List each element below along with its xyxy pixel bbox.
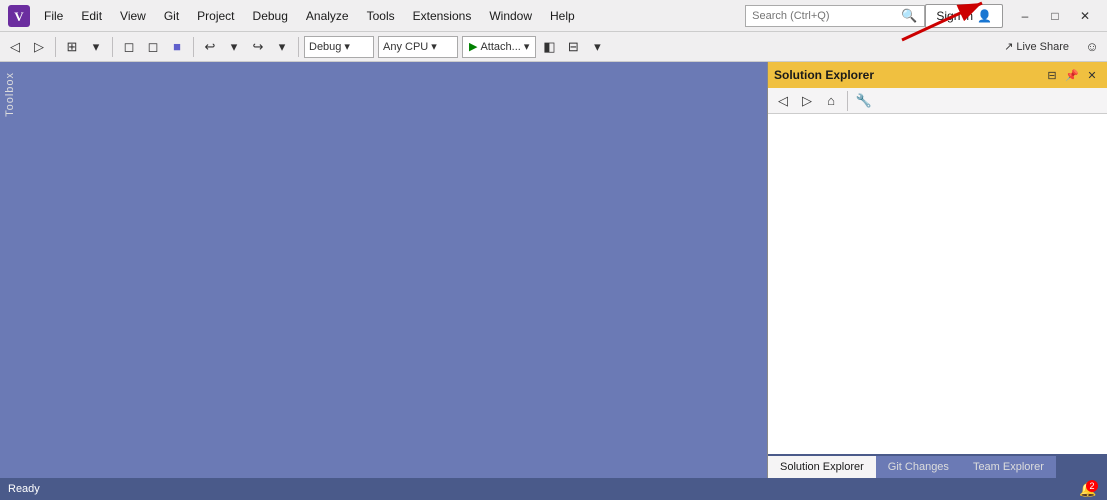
view-btn-3[interactable]: ◻ bbox=[118, 36, 140, 58]
panel-forward-button[interactable]: ▷ bbox=[796, 90, 818, 112]
notification-badge: 2 bbox=[1086, 480, 1098, 492]
notification-icon[interactable]: 🔔 2 bbox=[1077, 478, 1099, 500]
status-text: Ready bbox=[8, 483, 40, 495]
search-input[interactable] bbox=[745, 5, 925, 27]
panel-close-button[interactable]: ✕ bbox=[1083, 66, 1101, 84]
vs-logo: V bbox=[8, 5, 30, 27]
toolbox-sidebar[interactable]: Toolbox bbox=[0, 62, 20, 478]
back-button[interactable]: ◁ bbox=[4, 36, 26, 58]
live-share-label: Live Share bbox=[1016, 41, 1069, 53]
menu-extensions[interactable]: Extensions bbox=[405, 7, 480, 25]
menu-debug[interactable]: Debug bbox=[245, 7, 296, 25]
live-share-button[interactable]: ↗ Live Share bbox=[996, 36, 1077, 58]
undo-button[interactable]: ↩ bbox=[199, 36, 221, 58]
account-icon: 👤 bbox=[977, 9, 992, 23]
tab-team-explorer[interactable]: Team Explorer bbox=[961, 456, 1056, 478]
menu-help[interactable]: Help bbox=[542, 7, 583, 25]
cpu-label: Any CPU bbox=[383, 41, 428, 53]
panel-tabs: Solution Explorer Git Changes Team Explo… bbox=[768, 454, 1107, 478]
extra-btn[interactable]: ⊟ bbox=[562, 36, 584, 58]
title-bar: V File Edit View Git Project Debug Analy… bbox=[0, 0, 1107, 32]
cpu-dropdown-arrow: ▾ bbox=[431, 40, 437, 53]
panel-title: Solution Explorer bbox=[774, 68, 1043, 82]
panel-settings-button[interactable]: 🔧 bbox=[853, 90, 875, 112]
view-btn-5[interactable]: ■ bbox=[166, 36, 188, 58]
live-share-icon: ↗ bbox=[1004, 40, 1013, 53]
redo-button[interactable]: ↪ bbox=[247, 36, 269, 58]
toolbar: ◁ ▷ ⊞ ▾ ◻ ◻ ■ ↩ ▾ ↪ ▾ Debug ▾ Any CPU ▾ … bbox=[0, 32, 1107, 62]
attach-extra-btn[interactable]: ◧ bbox=[538, 36, 560, 58]
start-button[interactable]: ▶ Attach... ▾ bbox=[462, 36, 536, 58]
separator-4 bbox=[298, 37, 299, 57]
menu-file[interactable]: File bbox=[36, 7, 71, 25]
feedback-button[interactable]: ☺ bbox=[1081, 36, 1103, 58]
play-icon: ▶ bbox=[469, 40, 477, 53]
panel-content bbox=[768, 114, 1107, 454]
solution-explorer-panel: Solution Explorer ⊟ 📌 ✕ ◁ ▷ ⌂ 🔧 Solution… bbox=[767, 62, 1107, 478]
main-area: Toolbox Solution Explorer ⊟ 📌 ✕ ◁ ▷ ⌂ 🔧 bbox=[0, 62, 1107, 478]
toolbox-label[interactable]: Toolbox bbox=[4, 72, 16, 117]
panel-title-bar: Solution Explorer ⊟ 📌 ✕ bbox=[768, 62, 1107, 88]
panel-controls: ⊟ 📌 ✕ bbox=[1043, 66, 1101, 84]
separator-1 bbox=[55, 37, 56, 57]
sign-in-button[interactable]: Sign in 👤 bbox=[925, 4, 1003, 28]
menu-view[interactable]: View bbox=[112, 7, 154, 25]
panel-auto-hide-button[interactable]: ⊟ bbox=[1043, 66, 1061, 84]
cpu-dropdown[interactable]: Any CPU ▾ bbox=[378, 36, 458, 58]
menu-analyze[interactable]: Analyze bbox=[298, 7, 357, 25]
attach-dropdown-arrow: ▾ bbox=[524, 40, 530, 53]
menu-project[interactable]: Project bbox=[189, 7, 242, 25]
minimize-button[interactable]: – bbox=[1011, 5, 1039, 27]
separator-3 bbox=[193, 37, 194, 57]
tab-git-changes[interactable]: Git Changes bbox=[876, 456, 961, 478]
extra-btn-2[interactable]: ▾ bbox=[586, 36, 608, 58]
menu-bar: File Edit View Git Project Debug Analyze… bbox=[36, 7, 745, 25]
tab-solution-explorer[interactable]: Solution Explorer bbox=[768, 456, 876, 478]
attach-label: Attach... bbox=[480, 41, 520, 53]
editor-area[interactable] bbox=[20, 62, 767, 478]
view-btn-2[interactable]: ▾ bbox=[85, 36, 107, 58]
view-btn-4[interactable]: ◻ bbox=[142, 36, 164, 58]
window-controls: – □ ✕ bbox=[1011, 5, 1099, 27]
debug-dropdown[interactable]: Debug ▾ bbox=[304, 36, 374, 58]
close-button[interactable]: ✕ bbox=[1071, 5, 1099, 27]
panel-back-button[interactable]: ◁ bbox=[772, 90, 794, 112]
debug-label: Debug bbox=[309, 41, 341, 53]
panel-home-button[interactable]: ⌂ bbox=[820, 90, 842, 112]
view-btn-1[interactable]: ⊞ bbox=[61, 36, 83, 58]
panel-toolbar: ◁ ▷ ⌂ 🔧 bbox=[768, 88, 1107, 114]
debug-dropdown-arrow: ▾ bbox=[344, 40, 350, 53]
separator-2 bbox=[112, 37, 113, 57]
sign-in-label: Sign in bbox=[936, 9, 973, 23]
redo-dropdown[interactable]: ▾ bbox=[271, 36, 293, 58]
panel-separator bbox=[847, 91, 848, 111]
menu-git[interactable]: Git bbox=[156, 7, 187, 25]
menu-window[interactable]: Window bbox=[481, 7, 540, 25]
panel-pin-button[interactable]: 📌 bbox=[1063, 66, 1081, 84]
forward-button[interactable]: ▷ bbox=[28, 36, 50, 58]
undo-dropdown[interactable]: ▾ bbox=[223, 36, 245, 58]
svg-text:V: V bbox=[14, 9, 24, 24]
menu-tools[interactable]: Tools bbox=[359, 7, 403, 25]
status-bar: Ready 🔔 2 bbox=[0, 478, 1107, 500]
maximize-button[interactable]: □ bbox=[1041, 5, 1069, 27]
menu-edit[interactable]: Edit bbox=[73, 7, 110, 25]
search-area: 🔍 bbox=[745, 5, 917, 27]
